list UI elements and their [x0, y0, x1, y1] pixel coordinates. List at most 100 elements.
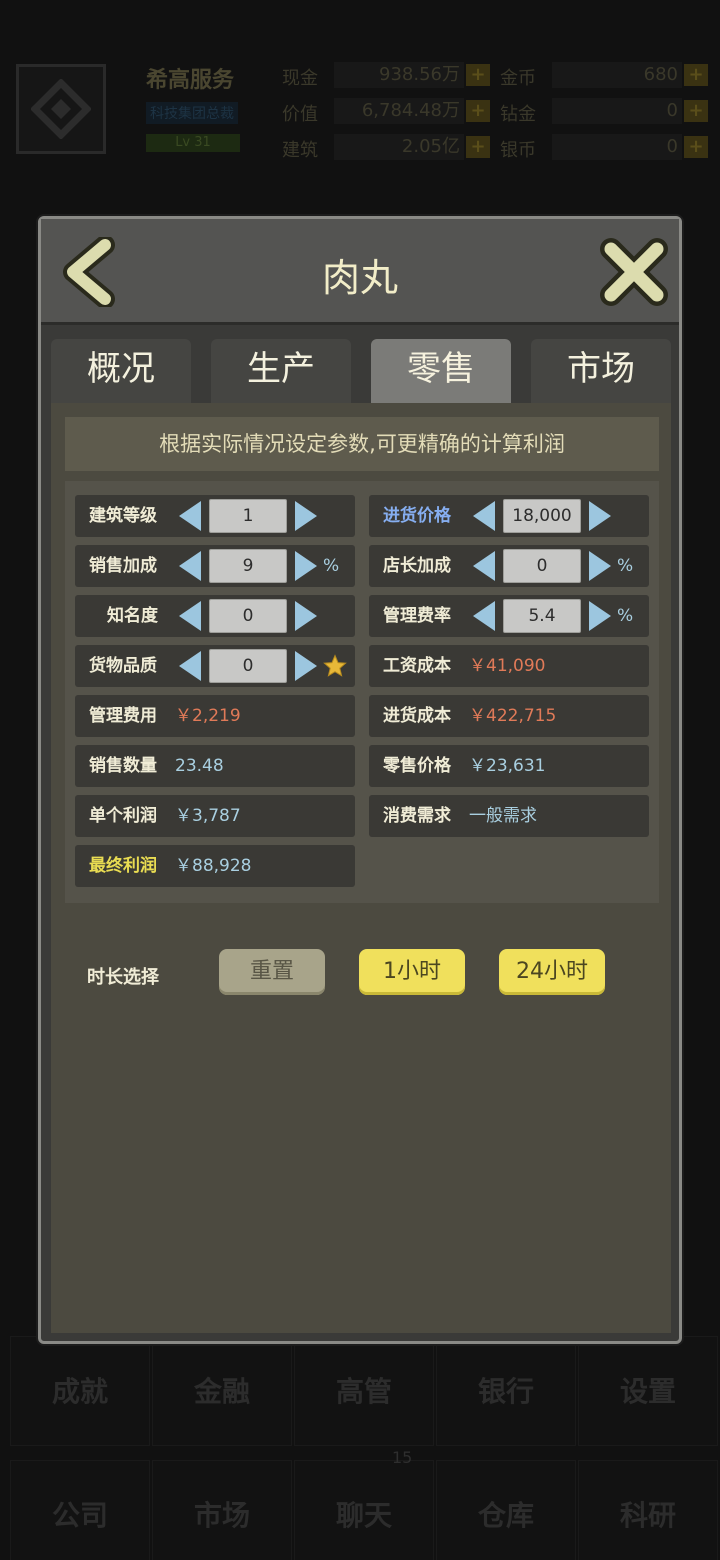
nav-finance: 金融	[152, 1336, 292, 1446]
management-fee-label: 管理费用	[89, 706, 157, 726]
level-badge: Lv 31	[146, 134, 240, 152]
building-level-label: 建筑等级	[89, 506, 157, 526]
wage-cost-value: ￥41,090	[469, 656, 546, 676]
goods-quality-increase[interactable]	[295, 651, 317, 681]
stat-gold: 金币 680 +	[500, 62, 710, 89]
field-retail-price: 零售价格 ￥23,631	[369, 745, 649, 787]
game-screen: 希高服务 科技集团总裁 Lv 31 现金 938.56万 + 价值 6,784.…	[0, 0, 720, 1560]
manager-bonus-unit: %	[617, 556, 634, 576]
one-hour-button[interactable]: 1小时	[359, 949, 465, 995]
building-level-increase[interactable]	[295, 501, 317, 531]
nav-bank: 银行	[436, 1336, 576, 1446]
building-level-decrease[interactable]	[179, 501, 201, 531]
nav-executives: 高管	[294, 1336, 434, 1446]
dialog-header: 肉丸	[41, 219, 679, 325]
management-fee-value: ￥2,219	[175, 706, 241, 726]
manager-bonus-increase[interactable]	[589, 551, 611, 581]
goods-quality-label: 货物品质	[89, 656, 157, 676]
demand-value: 一般需求	[469, 806, 537, 826]
goods-quality-decrease[interactable]	[179, 651, 201, 681]
building-level-input[interactable]: 1	[209, 499, 287, 533]
nav-research: 科研	[578, 1460, 718, 1560]
stat-silver: 银币 0 +	[500, 134, 710, 161]
sales-bonus-unit: %	[323, 556, 340, 576]
field-final-profit: 最终利润 ￥88,928	[75, 845, 355, 887]
field-goods-quality: 货物品质 0	[75, 645, 355, 687]
nav-company: 公司	[10, 1460, 150, 1560]
stat-diamond: 钻金 0 +	[500, 98, 710, 125]
field-management-fee: 管理费用 ￥2,219	[75, 695, 355, 737]
retail-price-value: ￥23,631	[469, 756, 546, 776]
manager-bonus-label: 店长加成	[383, 556, 451, 576]
close-button[interactable]	[599, 237, 669, 307]
tab-production[interactable]: 生产	[211, 339, 351, 403]
reset-button[interactable]: 重置	[219, 949, 325, 995]
player-title-tag: 科技集团总裁	[146, 102, 238, 124]
unit-profit-value: ￥3,787	[175, 806, 241, 826]
dialog-title: 肉丸	[321, 256, 398, 300]
stat-cash: 现金 938.56万 +	[282, 62, 492, 89]
retail-price-label: 零售价格	[383, 756, 451, 776]
field-wage-cost: 工资成本 ￥41,090	[369, 645, 649, 687]
sales-bonus-increase[interactable]	[295, 551, 317, 581]
management-rate-increase[interactable]	[589, 601, 611, 631]
unit-profit-label: 单个利润	[89, 806, 157, 826]
popularity-increase[interactable]	[295, 601, 317, 631]
purchase-price-increase[interactable]	[589, 501, 611, 531]
field-sales-quantity: 销售数量 23.48	[75, 745, 355, 787]
field-management-rate: 管理费率 5.4 %	[369, 595, 649, 637]
field-building-level: 建筑等级 1	[75, 495, 355, 537]
tab-overview[interactable]: 概况	[51, 339, 191, 403]
field-manager-bonus: 店长加成 0 %	[369, 545, 649, 587]
goods-quality-input[interactable]: 0	[209, 649, 287, 683]
field-demand: 消费需求 一般需求	[369, 795, 649, 837]
final-profit-value: ￥88,928	[175, 856, 252, 876]
purchase-price-decrease[interactable]	[473, 501, 495, 531]
management-rate-unit: %	[617, 606, 634, 626]
field-unit-profit: 单个利润 ￥3,787	[75, 795, 355, 837]
sales-bonus-input[interactable]: 9	[209, 549, 287, 583]
management-rate-label: 管理费率	[383, 606, 451, 626]
nav-achievements: 成就	[10, 1336, 150, 1446]
manager-bonus-decrease[interactable]	[473, 551, 495, 581]
twenty-four-hours-button[interactable]: 24小时	[499, 949, 605, 995]
tab-retail[interactable]: 零售	[371, 339, 511, 403]
popularity-label: 知名度	[107, 606, 158, 626]
sales-bonus-decrease[interactable]	[179, 551, 201, 581]
tab-market[interactable]: 市场	[531, 339, 671, 403]
popularity-input[interactable]: 0	[209, 599, 287, 633]
final-profit-label: 最终利润	[89, 856, 157, 876]
nav-chat: 聊天	[294, 1460, 434, 1560]
chat-badge: 15	[392, 1448, 413, 1467]
field-popularity: 知名度 0	[75, 595, 355, 637]
stat-value: 价值 6,784.48万 +	[282, 98, 492, 125]
hud-background: 希高服务 科技集团总裁 Lv 31 现金 938.56万 + 价值 6,784.…	[0, 40, 720, 180]
nav-settings: 设置	[578, 1336, 718, 1446]
sales-quantity-label: 销售数量	[89, 756, 157, 776]
demand-label: 消费需求	[383, 806, 451, 826]
nav-warehouse: 仓库	[436, 1460, 576, 1560]
sales-quantity-value: 23.48	[175, 756, 224, 776]
tab-bar: 概况 生产 零售 市场	[51, 339, 671, 403]
management-rate-input[interactable]: 5.4	[503, 599, 581, 633]
field-sales-bonus: 销售加成 9 %	[75, 545, 355, 587]
close-icon	[600, 238, 668, 306]
purchase-price-input[interactable]: 18,000	[503, 499, 581, 533]
manager-bonus-input[interactable]: 0	[503, 549, 581, 583]
parameter-panel: 建筑等级 1 进货价格 18,000 销售加成 9 % 店长加成 0 % 知名度…	[65, 481, 659, 903]
purchase-price-label: 进货价格	[383, 506, 451, 526]
star-icon	[323, 654, 347, 677]
bottom-nav-row-2: 公司 市场 聊天 仓库 科研	[0, 1460, 720, 1560]
nav-market: 市场	[152, 1460, 292, 1560]
notice-banner: 根据实际情况设定参数,可更精确的计算利润	[65, 417, 659, 471]
stat-building: 建筑 2.05亿 +	[282, 134, 492, 161]
bottom-nav-row-1: 成就 金融 高管 银行 设置	[0, 1336, 720, 1446]
management-rate-decrease[interactable]	[473, 601, 495, 631]
retail-dialog: 肉丸 概况 生产 零售 市场 根据实际情况设定参数,可更精确的计算利润 建筑等级	[38, 216, 682, 1344]
purchase-cost-value: ￥422,715	[469, 706, 557, 726]
retail-content: 根据实际情况设定参数,可更精确的计算利润 建筑等级 1 进货价格 18,000	[51, 403, 671, 1333]
company-name: 希高服务	[146, 68, 235, 93]
duration-label: 时长选择	[87, 967, 159, 988]
popularity-decrease[interactable]	[179, 601, 201, 631]
wage-cost-label: 工资成本	[383, 656, 451, 676]
